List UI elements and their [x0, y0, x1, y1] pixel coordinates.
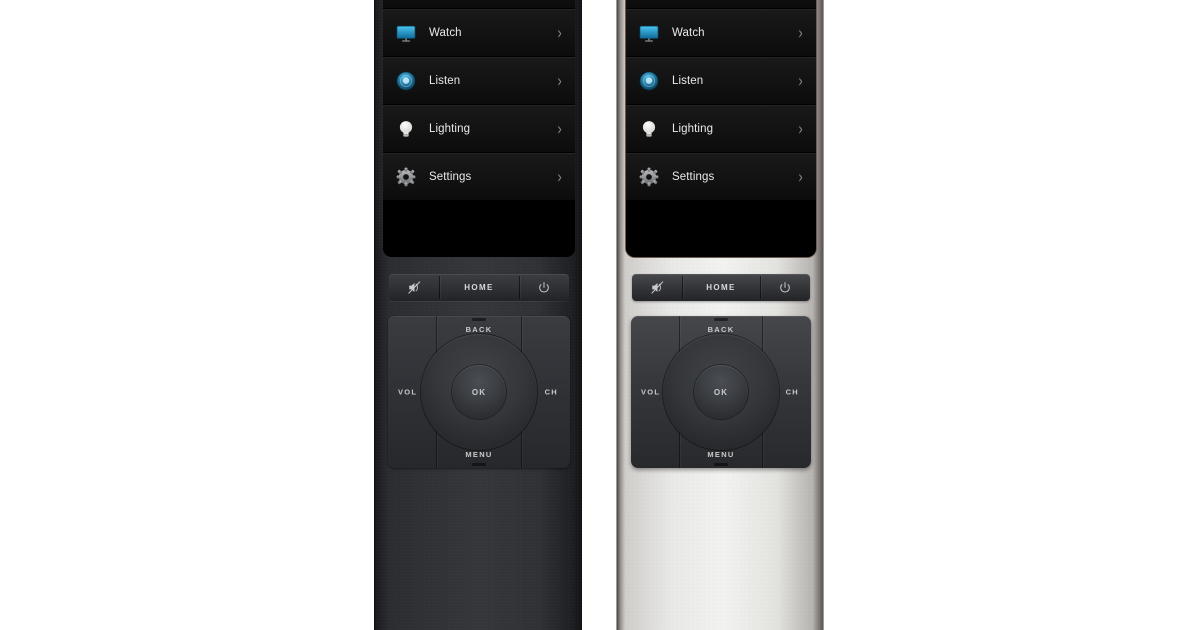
home-button-label: HOME [464, 283, 494, 292]
gear-icon [395, 166, 417, 188]
dpad-back-label[interactable]: BACK [466, 325, 493, 334]
mute-button[interactable] [389, 274, 439, 301]
menu-item-label: Listen [429, 74, 461, 87]
dpad-dark: BACK MENU VOL CH OK [388, 316, 570, 468]
dpad-menu-label[interactable]: MENU [707, 450, 734, 459]
dpad-nub-top [472, 318, 486, 321]
chevron-right-icon: › [557, 166, 562, 187]
menu-item-label: Lighting [672, 122, 714, 135]
button-bar-light: HOME [632, 274, 810, 301]
dpad-nub-top [714, 318, 728, 321]
dpad-vol-label[interactable]: VOL [641, 388, 660, 397]
ok-button[interactable]: OK [452, 365, 506, 419]
menu-item-settings[interactable]: Settings › [626, 153, 816, 201]
home-button[interactable]: HOME [439, 274, 519, 301]
gear-icon [638, 166, 660, 188]
menu-item-lighting[interactable]: Lighting › [383, 105, 575, 153]
speaker-icon [395, 70, 417, 92]
menu-item-label: Lighting [429, 122, 471, 135]
dpad-ch-label[interactable]: CH [545, 388, 558, 397]
ok-button-label: OK [713, 387, 729, 397]
ok-button-label: OK [471, 387, 487, 397]
menu-list-light: Change Rooms › Watch [626, 0, 816, 201]
menu-item-label: Listen [672, 74, 704, 87]
chevron-right-icon: › [798, 166, 803, 187]
menu-item-change-rooms[interactable]: Change Rooms › [383, 0, 575, 9]
home-button[interactable]: HOME [682, 274, 760, 301]
power-icon [778, 281, 792, 295]
bulb-icon [395, 118, 417, 140]
remote-lower-body-light [617, 473, 823, 630]
menu-item-lighting[interactable]: Lighting › [626, 105, 816, 153]
dpad-ch-label[interactable]: CH [786, 388, 799, 397]
screenshot-stage: Change Rooms › Watch [0, 0, 1200, 630]
menu-item-watch[interactable]: Watch › [626, 9, 816, 57]
screen-blank-area-dark [383, 201, 575, 257]
remote-screen-dark: Change Rooms › Watch [383, 0, 575, 257]
dpad-menu-label[interactable]: MENU [465, 450, 492, 459]
chevron-right-icon: › [798, 118, 803, 139]
power-button[interactable] [760, 274, 810, 301]
tv-icon [638, 22, 660, 44]
bulb-icon [638, 118, 660, 140]
power-button[interactable] [519, 274, 569, 301]
menu-item-settings[interactable]: Settings › [383, 153, 575, 201]
menu-item-label: Watch [429, 26, 462, 39]
power-icon [537, 281, 551, 295]
chevron-right-icon: › [557, 118, 562, 139]
remote-light: Change Rooms › Watch [616, 0, 824, 630]
menu-item-label: Settings [429, 170, 472, 183]
remote-screen-light: Change Rooms › Watch [626, 0, 816, 257]
tv-icon [395, 22, 417, 44]
home-button-label: HOME [706, 283, 736, 292]
dpad-back-label[interactable]: BACK [708, 325, 735, 334]
chevron-right-icon: › [557, 22, 562, 43]
mute-icon [650, 280, 665, 295]
dpad-light: BACK MENU VOL CH OK [631, 316, 811, 468]
speaker-icon [638, 70, 660, 92]
remote-dark: Change Rooms › Watch [374, 0, 582, 630]
chevron-right-icon: › [798, 22, 803, 43]
menu-item-label: Watch [672, 26, 705, 39]
menu-item-label: Settings [672, 170, 715, 183]
chevron-right-icon: › [798, 70, 803, 91]
mute-button[interactable] [632, 274, 682, 301]
menu-item-listen[interactable]: Listen › [383, 57, 575, 105]
dpad-nub-bottom [714, 463, 728, 466]
remote-lower-body-dark [375, 473, 581, 630]
screen-blank-area-light [626, 201, 816, 257]
menu-list-dark: Change Rooms › Watch [383, 0, 575, 201]
dpad-nub-bottom [472, 463, 486, 466]
mute-icon [407, 280, 422, 295]
menu-item-change-rooms[interactable]: Change Rooms › [626, 0, 816, 9]
dpad-vol-label[interactable]: VOL [398, 388, 417, 397]
button-bar-dark: HOME [389, 274, 569, 301]
ok-button[interactable]: OK [694, 365, 748, 419]
menu-item-watch[interactable]: Watch › [383, 9, 575, 57]
chevron-right-icon: › [557, 70, 562, 91]
menu-item-listen[interactable]: Listen › [626, 57, 816, 105]
